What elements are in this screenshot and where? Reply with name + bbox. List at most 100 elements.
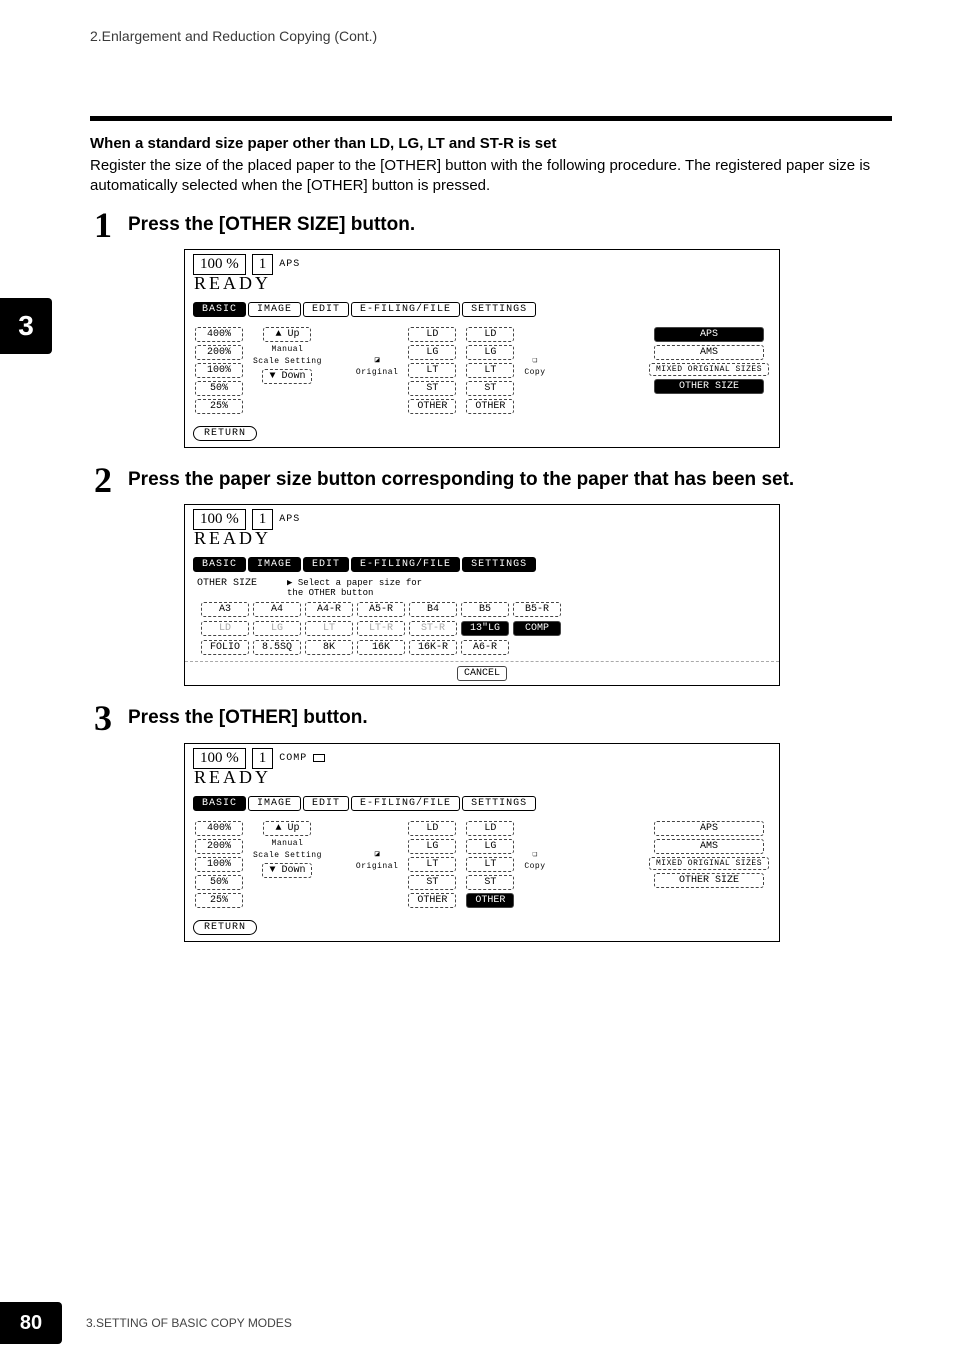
copy-lg[interactable]: LG — [466, 839, 514, 854]
orig-lt[interactable]: LT — [408, 363, 456, 378]
ratio-50[interactable]: 50% — [195, 381, 243, 396]
tab-edit[interactable]: EDIT — [303, 557, 349, 572]
step-title: Press the [OTHER SIZE] button. — [128, 209, 892, 237]
ratio-200[interactable]: 200% — [195, 345, 243, 360]
ratio-200[interactable]: 200% — [195, 839, 243, 854]
tab-settings[interactable]: SETTINGS — [462, 796, 536, 811]
copy-ld[interactable]: LD — [466, 327, 514, 342]
orig-st[interactable]: ST — [408, 875, 456, 890]
original-sizes: LD LG LT ST OTHER — [408, 327, 456, 414]
tab-efiling[interactable]: E-FILING/FILE — [351, 302, 460, 317]
mixed-original-button[interactable]: MIXED ORIGINAL SIZES — [649, 857, 769, 870]
tab-efiling[interactable]: E-FILING/FILE — [351, 796, 460, 811]
other-size-title: OTHER SIZE — [197, 578, 257, 589]
ratio-column: 400% 200% 100% 50% 25% — [195, 821, 243, 908]
original-label: Original — [356, 368, 398, 377]
size-lt[interactable]: LT — [305, 621, 353, 636]
screenshot-3: 100 % 1 COMP READY BASIC IMAGE EDIT E-FI… — [184, 743, 780, 942]
size-a4[interactable]: A4 — [253, 602, 301, 617]
tray-icon — [313, 754, 325, 762]
size-a5r[interactable]: A5-R — [357, 602, 405, 617]
size-ltr[interactable]: LT-R — [357, 621, 405, 636]
scale-label: Manual — [272, 839, 304, 848]
orig-lg[interactable]: LG — [408, 839, 456, 854]
aps-button[interactable]: APS — [654, 327, 764, 342]
ratio-400[interactable]: 400% — [195, 821, 243, 836]
up-down-column: ▲ Up Manual Scale Setting ▼ Down — [253, 821, 322, 878]
ams-button[interactable]: AMS — [654, 345, 764, 360]
copy-st[interactable]: ST — [466, 381, 514, 396]
down-button[interactable]: ▼ Down — [262, 863, 312, 878]
tab-image[interactable]: IMAGE — [248, 557, 301, 572]
orig-lg[interactable]: LG — [408, 345, 456, 360]
tab-edit[interactable]: EDIT — [303, 796, 349, 811]
tab-basic[interactable]: BASIC — [193, 302, 246, 317]
size-8k[interactable]: 8K — [305, 640, 353, 655]
size-b4[interactable]: B4 — [409, 602, 457, 617]
copy-other[interactable]: OTHER — [466, 893, 514, 908]
original-sizes: LD LG LT ST OTHER — [408, 821, 456, 908]
orig-other[interactable]: OTHER — [408, 399, 456, 414]
up-button[interactable]: ▲ Up — [263, 821, 311, 836]
ratio-100[interactable]: 100% — [195, 857, 243, 872]
return-button[interactable]: RETURN — [193, 920, 257, 935]
size-str[interactable]: ST-R — [409, 621, 457, 636]
size-16k[interactable]: 16K — [357, 640, 405, 655]
tab-basic[interactable]: BASIC — [193, 796, 246, 811]
size-a6r[interactable]: A6-R — [461, 640, 509, 655]
copy-ld[interactable]: LD — [466, 821, 514, 836]
copy-lt[interactable]: LT — [466, 363, 514, 378]
orig-other[interactable]: OTHER — [408, 893, 456, 908]
ratio-50[interactable]: 50% — [195, 875, 243, 890]
copy-other[interactable]: OTHER — [466, 399, 514, 414]
copy-st[interactable]: ST — [466, 875, 514, 890]
size-13lg[interactable]: 13"LG — [461, 621, 509, 636]
right-column: APS AMS MIXED ORIGINAL SIZES OTHER SIZE — [649, 821, 769, 888]
size-lg[interactable]: LG — [253, 621, 301, 636]
tab-image[interactable]: IMAGE — [248, 796, 301, 811]
ratio-400[interactable]: 400% — [195, 327, 243, 342]
size-ld[interactable]: LD — [201, 621, 249, 636]
other-size-button[interactable]: OTHER SIZE — [654, 873, 764, 888]
mixed-original-button[interactable]: MIXED ORIGINAL SIZES — [649, 363, 769, 376]
orig-ld[interactable]: LD — [408, 821, 456, 836]
up-button[interactable]: ▲ Up — [263, 327, 311, 342]
tab-edit[interactable]: EDIT — [303, 302, 349, 317]
orig-st[interactable]: ST — [408, 381, 456, 396]
ratio-25[interactable]: 25% — [195, 893, 243, 908]
copy-lt[interactable]: LT — [466, 857, 514, 872]
footer: 80 3.SETTING OF BASIC COPY MODES — [0, 1298, 954, 1348]
size-a3[interactable]: A3 — [201, 602, 249, 617]
mode-label: APS — [279, 259, 300, 270]
tab-efiling[interactable]: E-FILING/FILE — [351, 557, 460, 572]
size-a4r[interactable]: A4-R — [305, 602, 353, 617]
quantity-value: 1 — [252, 509, 274, 530]
other-size-button[interactable]: OTHER SIZE — [654, 379, 764, 394]
copy-sizes: LD LG LT ST OTHER — [466, 821, 514, 908]
ams-button[interactable]: AMS — [654, 839, 764, 854]
size-16kr[interactable]: 16K-R — [409, 640, 457, 655]
tab-settings[interactable]: SETTINGS — [462, 557, 536, 572]
step-number: 1 — [90, 209, 116, 241]
footer-text: 3.SETTING OF BASIC COPY MODES — [86, 1316, 292, 1330]
orig-lt[interactable]: LT — [408, 857, 456, 872]
size-b5[interactable]: B5 — [461, 602, 509, 617]
down-button[interactable]: ▼ Down — [262, 369, 312, 384]
right-column: APS AMS MIXED ORIGINAL SIZES OTHER SIZE — [649, 327, 769, 394]
aps-button[interactable]: APS — [654, 821, 764, 836]
status-text: READY — [194, 767, 771, 788]
tab-image[interactable]: IMAGE — [248, 302, 301, 317]
orig-ld[interactable]: LD — [408, 327, 456, 342]
return-button[interactable]: RETURN — [193, 426, 257, 441]
ratio-25[interactable]: 25% — [195, 399, 243, 414]
size-folio[interactable]: FOLIO — [201, 640, 249, 655]
tab-basic[interactable]: BASIC — [193, 557, 246, 572]
size-comp[interactable]: COMP — [513, 621, 561, 636]
zoom-value: 100 % — [193, 254, 246, 275]
ratio-100[interactable]: 100% — [195, 363, 243, 378]
size-85sq[interactable]: 8.5SQ — [253, 640, 301, 655]
size-b5r[interactable]: B5-R — [513, 602, 561, 617]
tab-settings[interactable]: SETTINGS — [462, 302, 536, 317]
copy-lg[interactable]: LG — [466, 345, 514, 360]
cancel-button[interactable]: CANCEL — [457, 666, 507, 681]
